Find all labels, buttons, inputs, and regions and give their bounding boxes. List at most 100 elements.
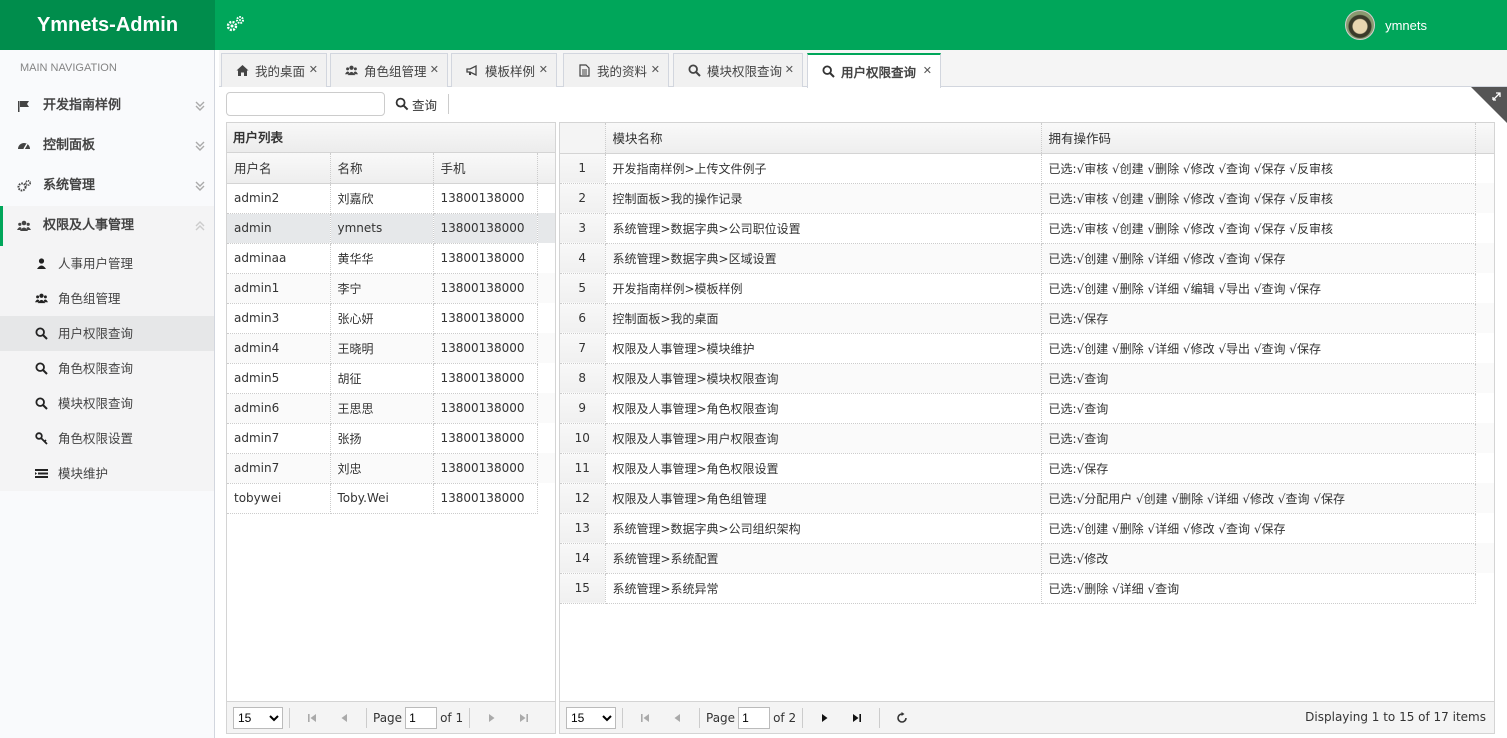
column-header-username[interactable]: 用户名	[227, 153, 331, 184]
table-row[interactable]: tobywei Toby.Wei 13800138000	[227, 483, 555, 514]
table-row[interactable]: 9 权限及人事管理>角色权限查询 已选:√查询	[560, 393, 1494, 424]
table-row[interactable]: 4 系统管理>数据字典>区域设置 已选:√创建 √删除 √详细 √修改 √查询 √保…	[560, 243, 1494, 274]
sidebar-item-permissions[interactable]: 权限及人事管理	[0, 206, 214, 246]
table-row[interactable]: admin6 王思思 13800138000	[227, 393, 555, 424]
cell-module-name: 系统管理>数据字典>公司职位设置	[605, 213, 1042, 244]
users-icon	[35, 293, 48, 304]
tab-user-permission-query[interactable]: 用户权限查询 ✕	[807, 53, 941, 88]
last-page-button[interactable]	[846, 707, 868, 729]
close-icon[interactable]: ✕	[923, 64, 932, 77]
close-icon[interactable]: ✕	[309, 63, 318, 76]
sidebar-item-dashboard[interactable]: 控制面板	[0, 126, 214, 166]
search-icon	[688, 64, 701, 77]
page-label: Page	[706, 710, 736, 725]
tab-my-profile[interactable]: 我的资料 ✕	[563, 53, 669, 87]
table-row[interactable]: admin7 张扬 13800138000	[227, 423, 555, 454]
table-row[interactable]: admin4 王晓明 13800138000	[227, 333, 555, 364]
first-page-button[interactable]	[634, 707, 656, 729]
row-number: 10	[560, 423, 606, 454]
sidebar-item-dev-guide[interactable]: 开发指南样例	[0, 86, 214, 126]
table-row[interactable]: 13 系统管理>数据字典>公司组织架构 已选:√创建 √删除 √详细 √修改 √查询…	[560, 513, 1494, 544]
next-page-button[interactable]	[814, 707, 836, 729]
search-input[interactable]	[226, 92, 385, 116]
tab-my-desktop[interactable]: 我的桌面 ✕	[221, 53, 327, 87]
page-size-select[interactable]: 15	[233, 706, 283, 729]
sidebar-subitem-role-permission-query[interactable]: 角色权限查询	[0, 351, 214, 386]
user-name: ymnets	[1385, 17, 1427, 33]
user-menu[interactable]: ymnets	[1345, 9, 1427, 41]
table-row[interactable]: 15 系统管理>系统异常 已选:√删除 √详细 √查询	[560, 573, 1494, 604]
cell-username: adminaa	[227, 243, 331, 274]
cogs-toggle-icon[interactable]	[225, 15, 245, 35]
table-row[interactable]: 10 权限及人事管理>用户权限查询 已选:√查询	[560, 423, 1494, 454]
table-row[interactable]: 12 权限及人事管理>角色组管理 已选:√分配用户 √创建 √删除 √详细 √修改 …	[560, 483, 1494, 514]
table-row[interactable]: 14 系统管理>系统配置 已选:√修改	[560, 543, 1494, 574]
cell-phone: 13800138000	[433, 423, 538, 454]
sidebar-subitem-module-maintenance[interactable]: 模块维护	[0, 456, 214, 491]
first-page-button[interactable]	[301, 707, 323, 729]
close-icon[interactable]: ✕	[430, 63, 439, 76]
flag-icon	[18, 101, 29, 112]
table-row[interactable]: 11 权限及人事管理>角色权限设置 已选:√保存	[560, 453, 1494, 484]
sidebar-subitem-user-permission-query[interactable]: 用户权限查询	[0, 316, 214, 351]
table-row[interactable]: 6 控制面板>我的桌面 已选:√保存	[560, 303, 1494, 334]
table-row[interactable]: 3 系统管理>数据字典>公司职位设置 已选:√审核 √创建 √删除 √修改 √查询 …	[560, 213, 1494, 244]
user-list-title: 用户列表	[227, 123, 555, 153]
page-number-input[interactable]	[738, 706, 771, 729]
dashboard-icon	[18, 143, 30, 150]
search-button[interactable]: 查询	[395, 92, 437, 116]
cell-username: admin	[227, 213, 331, 244]
cell-operation-codes: 已选:√创建 √删除 √详细 √修改 √查询 √保存	[1041, 243, 1476, 274]
table-row[interactable]: 8 权限及人事管理>模块权限查询 已选:√查询	[560, 363, 1494, 394]
table-row[interactable]: 2 控制面板>我的操作记录 已选:√审核 √创建 √删除 √修改 √查询 √保存 √…	[560, 183, 1494, 214]
table-row[interactable]: adminaa 黄华华 13800138000	[227, 243, 555, 274]
close-icon[interactable]: ✕	[785, 63, 794, 76]
tab-template-example[interactable]: 模板样例 ✕	[451, 53, 557, 87]
table-row[interactable]: 1 开发指南样例>上传文件例子 已选:√审核 √创建 √删除 √修改 √查询 √保存…	[560, 153, 1494, 184]
close-icon[interactable]: ✕	[539, 63, 548, 76]
column-header-name[interactable]: 名称	[330, 153, 434, 184]
sidebar-subitem-role-permission-settings[interactable]: 角色权限设置	[0, 421, 214, 456]
home-icon	[236, 65, 249, 76]
table-row[interactable]: admin ymnets 13800138000	[227, 213, 555, 244]
row-number: 5	[560, 273, 606, 304]
app-logo[interactable]: Ymnets-Admin	[0, 0, 215, 50]
table-row[interactable]: admin2 刘嘉欣 13800138000	[227, 183, 555, 214]
column-header-phone[interactable]: 手机	[433, 153, 538, 184]
table-row[interactable]: 7 权限及人事管理>模块维护 已选:√创建 √删除 √详细 √修改 √导出 √查询 …	[560, 333, 1494, 364]
table-row[interactable]: admin7 刘忠 13800138000	[227, 453, 555, 484]
refresh-button[interactable]	[891, 707, 913, 729]
prev-page-button[interactable]	[666, 707, 688, 729]
sidebar-subitem-user-management[interactable]: 人事用户管理	[0, 246, 214, 281]
cell-name: 刘嘉欣	[330, 183, 434, 214]
tab-module-permission-query[interactable]: 模块权限查询 ✕	[673, 53, 803, 87]
table-row[interactable]: admin3 张心妍 13800138000	[227, 303, 555, 334]
sidebar-item-system[interactable]: 系统管理	[0, 166, 214, 206]
scrollbar-spacer	[1475, 393, 1494, 423]
last-page-button[interactable]	[513, 707, 535, 729]
page-size-select[interactable]: 15	[566, 706, 616, 729]
column-header-operation-codes[interactable]: 拥有操作码	[1041, 123, 1476, 154]
next-page-button[interactable]	[481, 707, 503, 729]
expand-icon[interactable]	[1471, 87, 1507, 123]
sidebar-subitem-module-permission-query[interactable]: 模块权限查询	[0, 386, 214, 421]
table-row[interactable]: admin5 胡征 13800138000	[227, 363, 555, 394]
cell-username: admin7	[227, 423, 331, 454]
page-number-input[interactable]	[405, 706, 438, 729]
chevron-double-down-icon	[195, 141, 205, 151]
scrollbar-spacer	[537, 153, 555, 184]
cell-phone: 13800138000	[433, 363, 538, 394]
table-row[interactable]: admin1 李宁 13800138000	[227, 273, 555, 304]
sidebar-subitem-role-group[interactable]: 角色组管理	[0, 281, 214, 316]
prev-page-button[interactable]	[333, 707, 355, 729]
row-number: 1	[560, 153, 606, 184]
sidebar-subitem-label: 角色权限查询	[58, 361, 134, 376]
scrollbar-spacer	[1475, 333, 1494, 363]
cell-phone: 13800138000	[433, 303, 538, 334]
table-row[interactable]: 5 开发指南样例>模板样例 已选:√创建 √删除 √详细 √编辑 √导出 √查询 √…	[560, 273, 1494, 304]
close-icon[interactable]: ✕	[651, 63, 660, 76]
column-header-module-name[interactable]: 模块名称	[605, 123, 1042, 154]
row-number: 2	[560, 183, 606, 214]
scrollbar-spacer	[1475, 213, 1494, 243]
tab-role-group[interactable]: 角色组管理 ✕	[330, 53, 448, 87]
